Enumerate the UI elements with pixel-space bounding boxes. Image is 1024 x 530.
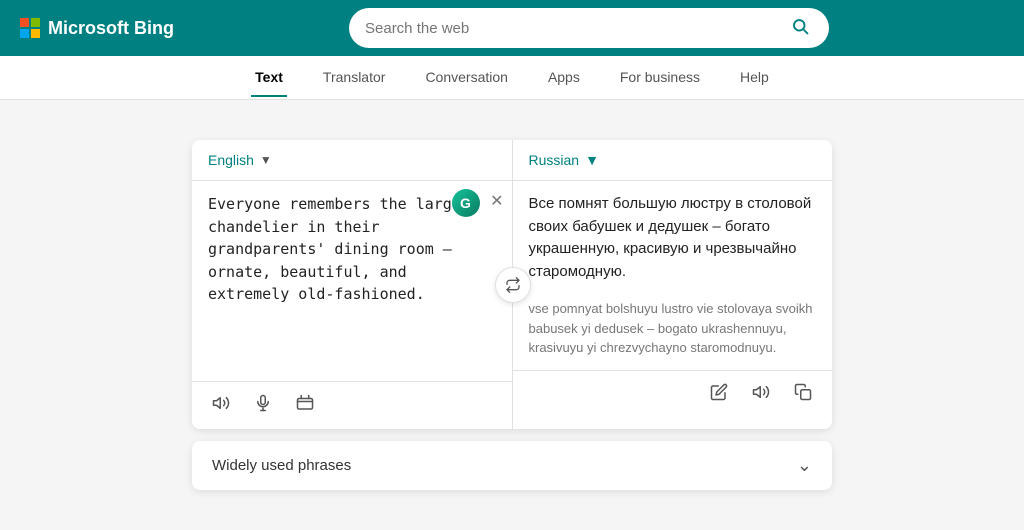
main-content: English ▼ G ✕ (0, 100, 1024, 510)
nav-item-translator[interactable]: Translator (319, 59, 390, 97)
copy-translation-button[interactable] (790, 379, 816, 410)
microphone-button[interactable] (250, 390, 276, 421)
nav-item-help[interactable]: Help (736, 59, 773, 97)
edit-translation-button[interactable] (706, 379, 732, 410)
nav-item-text[interactable]: Text (251, 59, 287, 97)
speaker-translation-icon (752, 383, 770, 401)
phrases-chevron-icon: ⌄ (797, 455, 812, 476)
header: Microsoft Bing (0, 0, 1024, 56)
translator-container: English ▼ G ✕ (192, 140, 832, 490)
target-panel-toolbar (513, 370, 833, 418)
microsoft-logo-icon (20, 18, 40, 38)
search-input[interactable] (365, 20, 787, 37)
target-panel: Russian ▼ Все помнят большую люстру в ст… (513, 140, 833, 429)
phrases-label: Widely used phrases (212, 457, 351, 474)
target-language-label: Russian (529, 152, 580, 168)
source-panel-toolbar (192, 381, 512, 429)
swap-languages-button[interactable] (495, 267, 531, 303)
target-language-selector[interactable]: Russian ▼ (513, 140, 833, 181)
fullscreen-button[interactable] (292, 390, 318, 421)
microphone-icon (254, 394, 272, 412)
search-icon (791, 17, 809, 35)
speak-source-button[interactable] (208, 390, 234, 421)
edit-icon (710, 383, 728, 401)
search-bar-container (174, 8, 1004, 48)
search-bar (349, 8, 829, 48)
source-panel: English ▼ G ✕ (192, 140, 513, 429)
search-button[interactable] (787, 13, 813, 44)
clear-text-button[interactable]: ✕ (490, 191, 503, 211)
source-language-label: English (208, 152, 254, 168)
speaker-icon (212, 394, 230, 412)
source-text-input[interactable] (208, 193, 496, 353)
translated-text: Все помнят большую люстру в столовой сво… (513, 181, 833, 295)
widely-used-phrases-bar[interactable]: Widely used phrases ⌄ (192, 441, 832, 490)
nav-item-for-business[interactable]: For business (616, 59, 704, 97)
logo-text: Microsoft Bing (48, 18, 174, 39)
source-text-wrapper: G ✕ (192, 181, 512, 381)
copy-icon (794, 383, 812, 401)
romanized-text: vse pomnyat bolshuyu lustro vie stolovay… (513, 295, 833, 370)
fullscreen-icon (296, 394, 314, 412)
grammarly-icon[interactable]: G (452, 189, 480, 217)
source-lang-chevron-icon: ▼ (260, 153, 272, 167)
bing-logo[interactable]: Microsoft Bing (20, 18, 174, 39)
nav-bar: Text Translator Conversation Apps For bu… (0, 56, 1024, 100)
nav-item-apps[interactable]: Apps (544, 59, 584, 97)
nav-item-conversation[interactable]: Conversation (421, 59, 512, 97)
translation-panels: English ▼ G ✕ (192, 140, 832, 429)
speak-translation-button[interactable] (748, 379, 774, 410)
target-lang-chevron-icon: ▼ (585, 152, 599, 168)
panels-row: English ▼ G ✕ (192, 140, 832, 429)
source-language-selector[interactable]: English ▼ (192, 140, 512, 181)
swap-icon (505, 277, 521, 293)
